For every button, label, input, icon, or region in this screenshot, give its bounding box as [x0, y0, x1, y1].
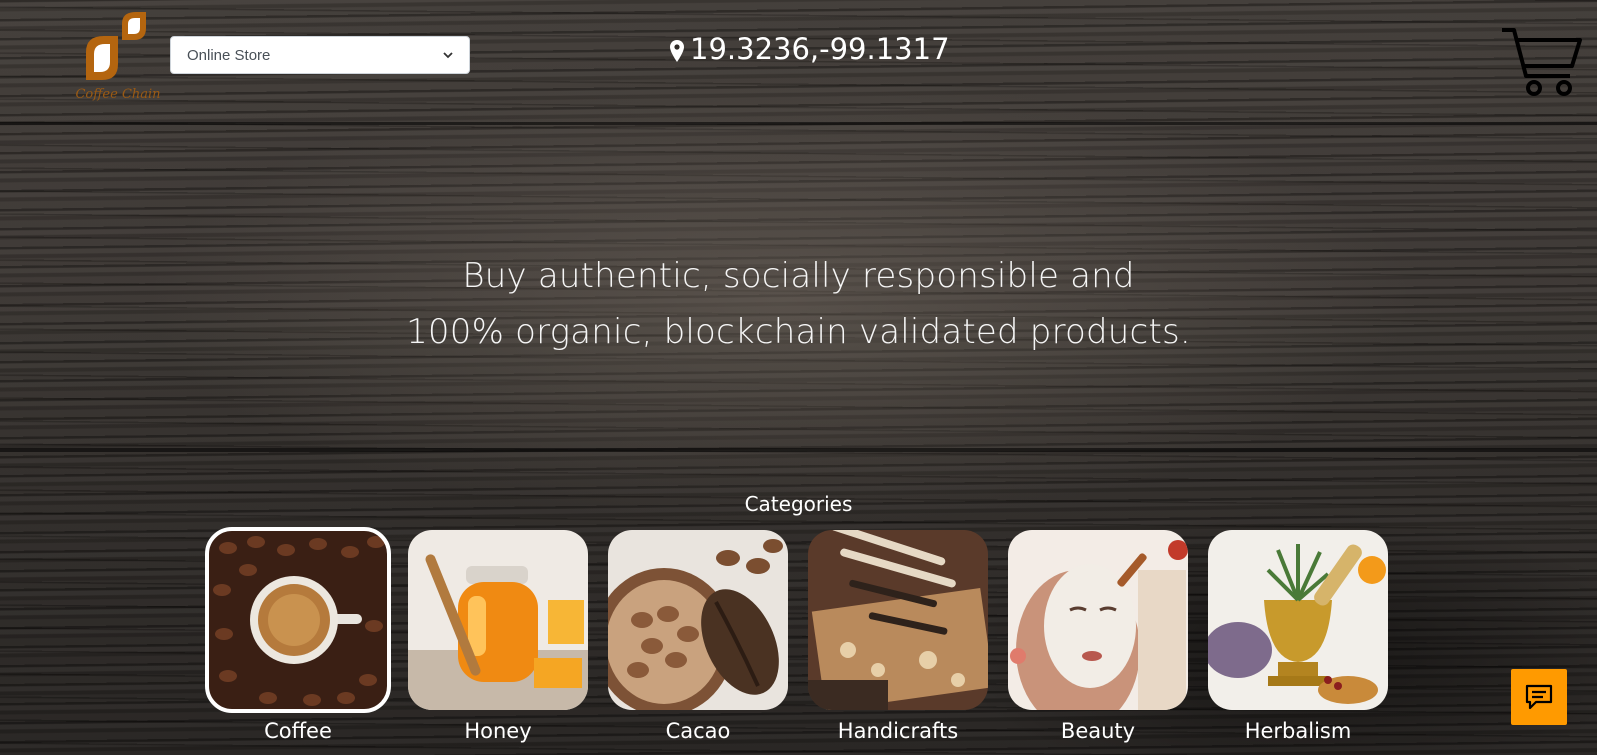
category-honey[interactable]: Honey	[408, 530, 588, 743]
beauty-face-mask-image-icon	[1008, 530, 1188, 710]
herbal-mortar-image-icon	[1208, 530, 1388, 710]
coffee-cup-image-icon	[205, 527, 391, 713]
store-select-value: Online Store	[187, 46, 271, 64]
coffee-chain-leaf-logo-icon	[86, 12, 146, 80]
hero-tagline-line-1: Buy authentic, socially responsible and	[462, 256, 1135, 296]
chevron-down-icon	[443, 52, 453, 59]
brand-logo[interactable]: Coffee Chain	[74, 8, 162, 104]
category-coffee[interactable]: Coffee	[205, 527, 391, 743]
chat-button[interactable]	[1511, 669, 1567, 725]
category-label: Handicrafts	[837, 719, 959, 743]
cart-button[interactable]	[1500, 26, 1584, 98]
category-handicrafts[interactable]: Handicrafts	[808, 530, 988, 743]
store-select[interactable]: Online Store	[170, 36, 470, 74]
hero-tagline-line-2: 100% organic, blockchain validated produ…	[406, 312, 1191, 352]
category-label: Herbalism	[1244, 719, 1352, 743]
chat-message-icon	[1525, 684, 1553, 710]
shopping-cart-icon	[1502, 28, 1582, 96]
honey-jar-image-icon	[408, 530, 588, 710]
wood-seam	[0, 122, 1597, 125]
categories-heading: Categories	[744, 492, 853, 516]
logo-caption: Coffee Chain	[75, 87, 161, 102]
category-herbalism[interactable]: Herbalism	[1208, 530, 1388, 743]
cacao-beans-image-icon	[608, 530, 788, 710]
map-pin-icon	[670, 40, 684, 62]
category-label: Coffee	[264, 719, 332, 743]
wood-seam	[0, 448, 1597, 452]
category-list: Coffee Honey Cacao Handicrafts Beauty He…	[205, 527, 1388, 755]
handicrafts-tools-image-icon	[808, 530, 988, 710]
location-display: 19.3236,-99.1317	[670, 32, 950, 66]
category-cacao[interactable]: Cacao	[608, 530, 788, 743]
category-label: Honey	[464, 719, 532, 743]
category-label: Cacao	[665, 719, 731, 743]
location-coordinates: 19.3236,-99.1317	[690, 32, 950, 66]
category-beauty[interactable]: Beauty	[1008, 530, 1188, 743]
category-label: Beauty	[1060, 719, 1136, 743]
hero-tagline: Buy authentic, socially responsible and …	[0, 248, 1597, 360]
